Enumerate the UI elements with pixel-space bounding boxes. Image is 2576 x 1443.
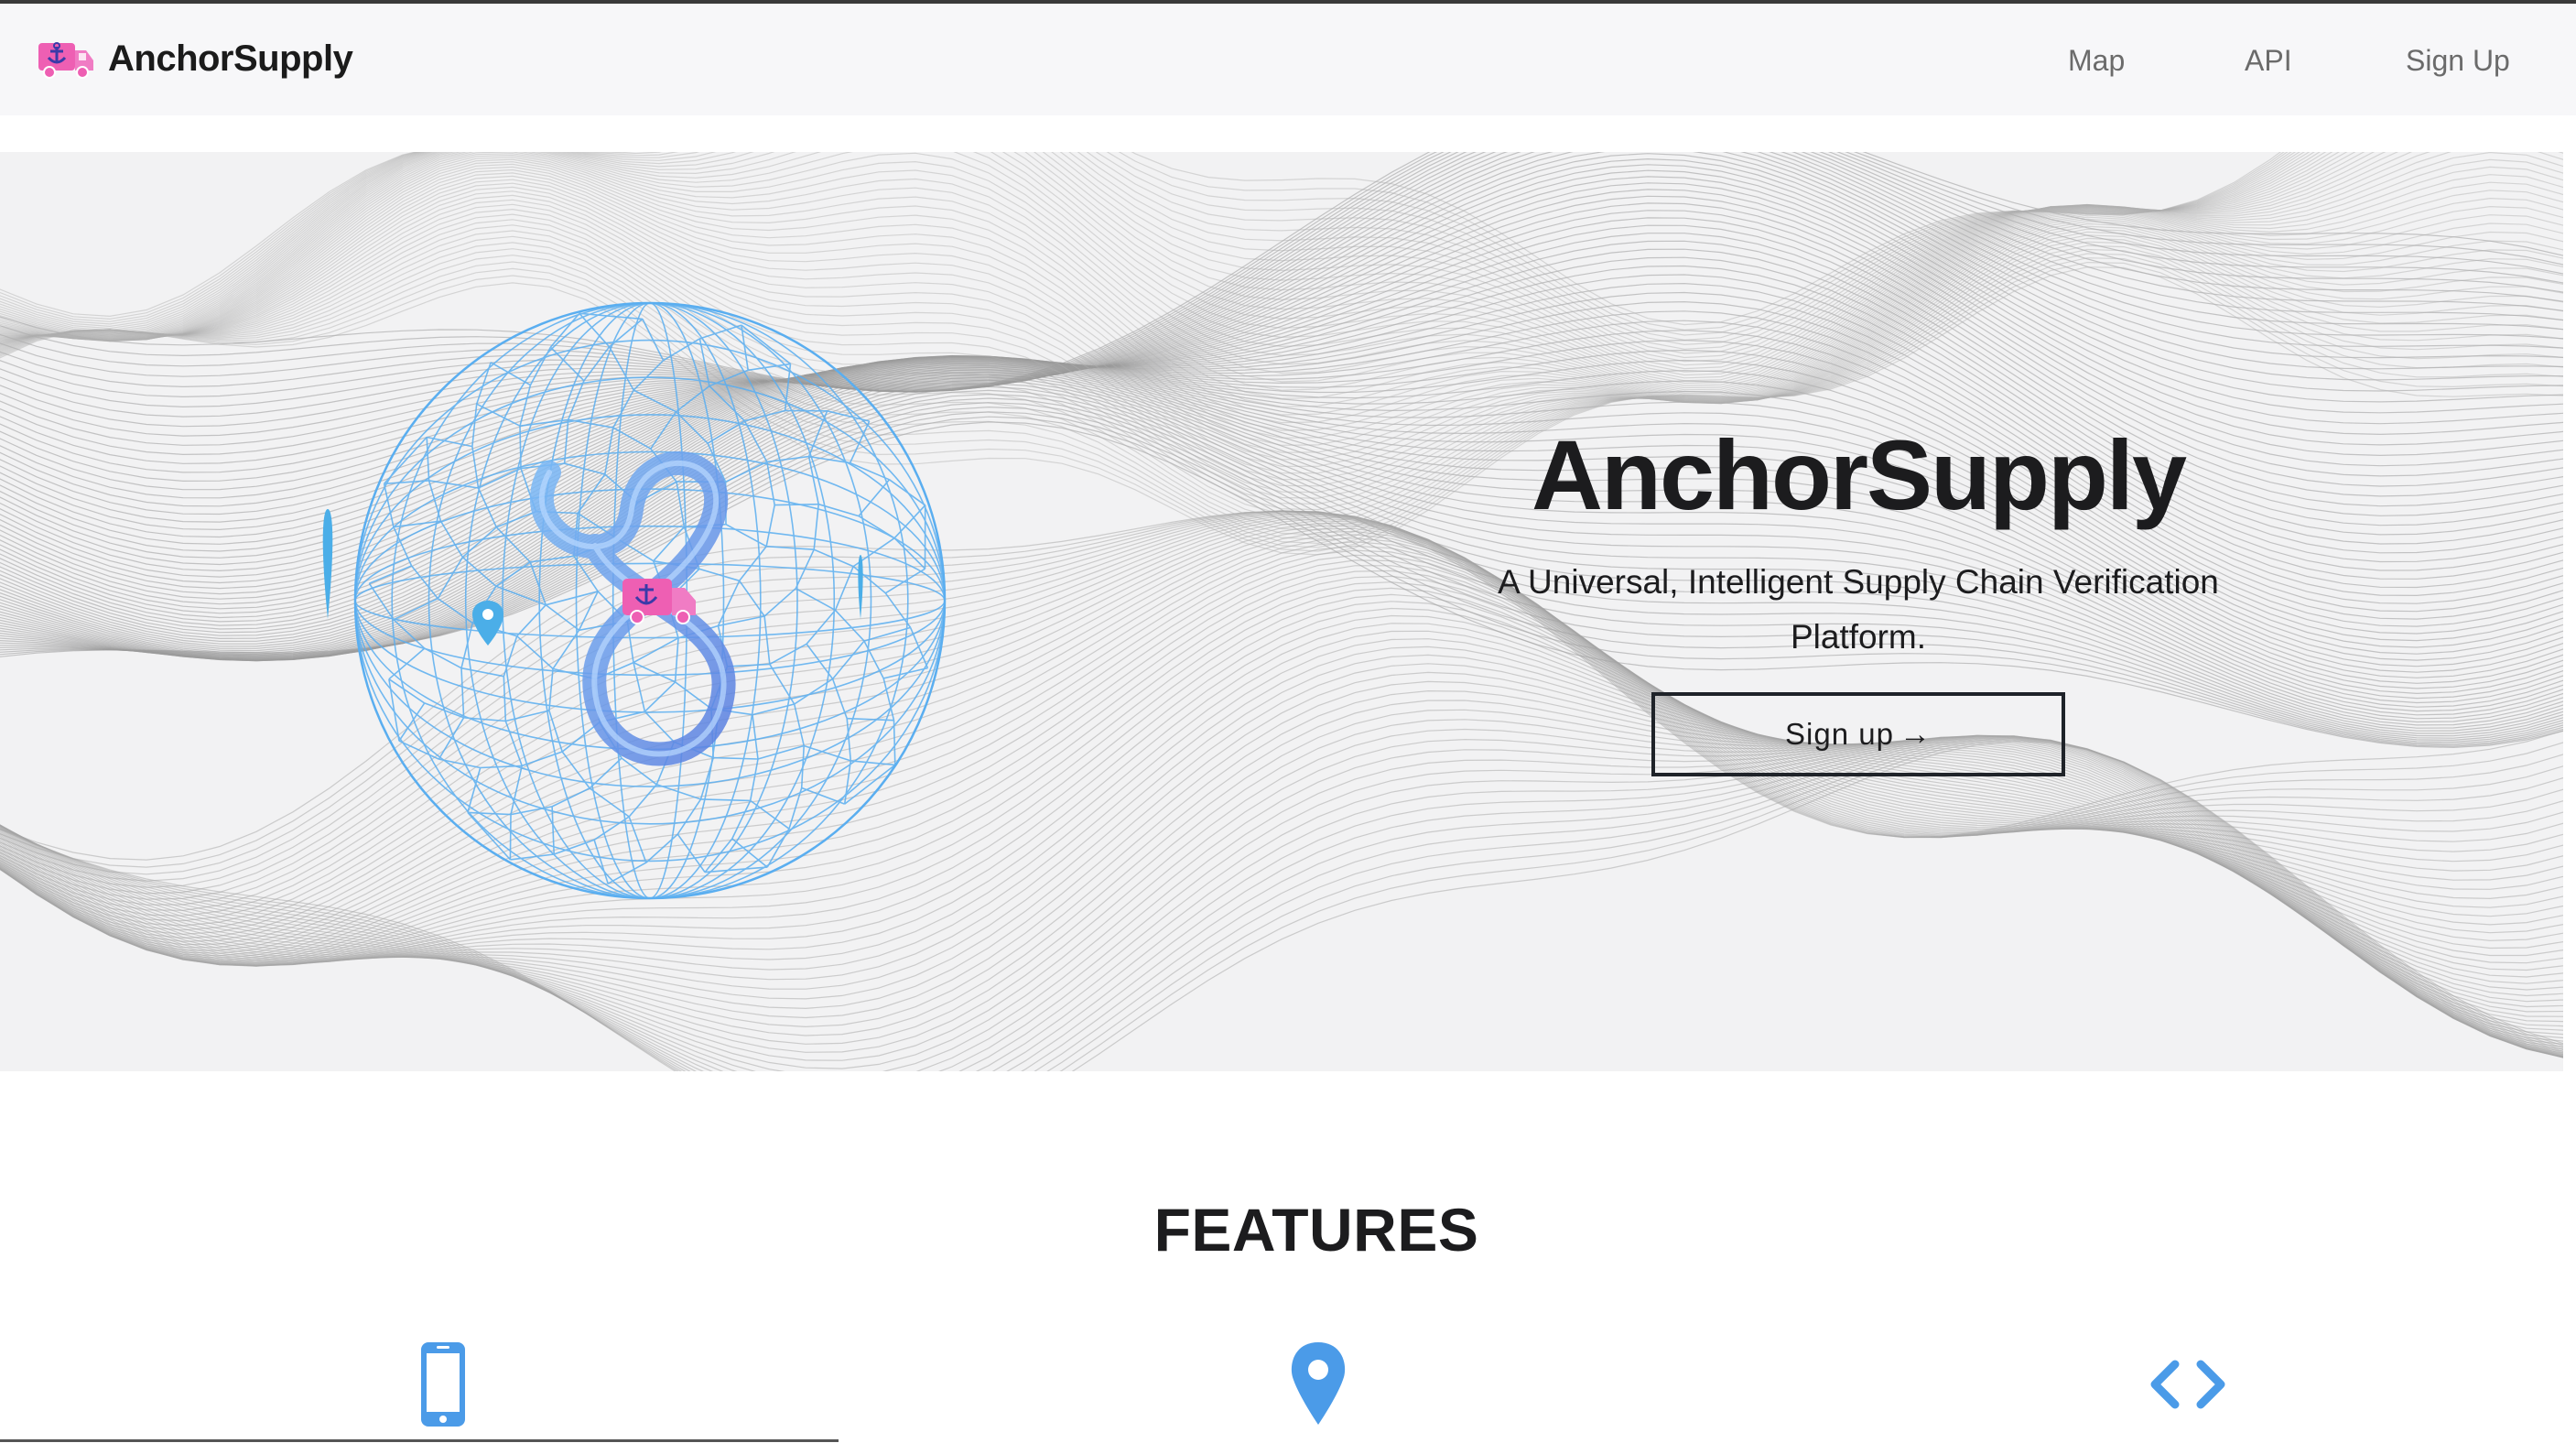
nav-link-sign-up[interactable]: Sign Up <box>2406 44 2510 78</box>
hero-button-label: Sign up <box>1785 717 1894 751</box>
features-title: FEATURES <box>1153 1195 1479 1264</box>
truck-logo-icon <box>38 42 93 79</box>
nav-link-map[interactable]: Map <box>2068 44 2125 78</box>
navbar: AnchorSupply Map API Sign Up <box>0 4 2576 115</box>
wireframe-globe-icon <box>322 301 947 900</box>
brand-link[interactable]: AnchorSupply <box>37 31 353 86</box>
code-icon <box>2150 1360 2225 1409</box>
arrow-right-icon: → <box>1899 716 1932 752</box>
page: AnchorSupply Map API Sign Up AnchorSuppl… <box>0 0 2576 1443</box>
globe-illustration <box>320 298 980 939</box>
mobile-phone-icon <box>421 1342 465 1427</box>
brand-name: AnchorSupply <box>108 38 353 79</box>
map-pin-icon <box>1291 1342 1346 1425</box>
divider <box>0 1439 839 1442</box>
hero-subtitle: A Universal, Intelligent Supply Chain Ve… <box>1498 563 2219 656</box>
hero-sign-up-button[interactable]: Sign up → <box>1651 692 2065 776</box>
hero-section: AnchorSupply A Universal, Intelligent Su… <box>0 152 2563 1071</box>
nav-link-api[interactable]: API <box>2245 44 2292 78</box>
hero-title: AnchorSupply <box>1531 419 2187 530</box>
